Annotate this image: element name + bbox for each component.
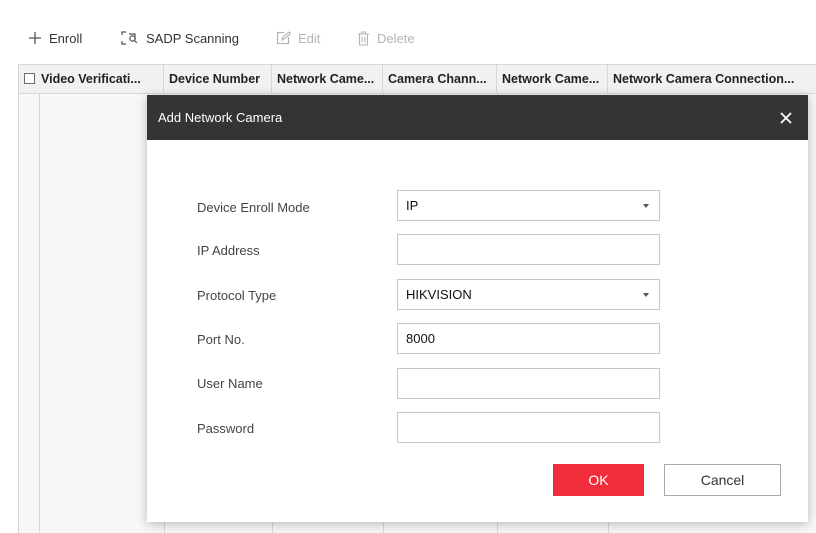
port-no-input[interactable]: 8000: [397, 323, 660, 354]
delete-label: Delete: [377, 30, 415, 46]
column-label: Camera Chann...: [388, 72, 487, 86]
cancel-button[interactable]: Cancel: [664, 464, 781, 496]
trash-icon: [357, 30, 370, 46]
enroll-button[interactable]: Enroll: [28, 28, 82, 48]
protocol-type-value: HIKVISION: [406, 287, 472, 302]
column-device-number[interactable]: Device Number: [164, 65, 272, 93]
ip-address-input[interactable]: [397, 234, 660, 265]
ok-button[interactable]: OK: [553, 464, 644, 496]
column-video-verification[interactable]: Video Verificati...: [19, 65, 164, 93]
dialog-title: Add Network Camera: [158, 110, 283, 125]
protocol-type-select[interactable]: HIKVISION: [397, 279, 660, 310]
edit-button[interactable]: Edit: [276, 28, 320, 48]
port-no-label: Port No.: [197, 332, 245, 347]
column-label: Network Came...: [277, 72, 375, 86]
table-header: Video Verificati... Device Number Networ…: [19, 64, 816, 94]
add-network-camera-dialog: Add Network Camera Device Enroll Mode IP…: [147, 95, 808, 522]
dialog-header: Add Network Camera: [147, 95, 808, 140]
plus-icon: [28, 31, 42, 45]
select-all-checkbox[interactable]: [24, 73, 35, 84]
protocol-type-label: Protocol Type: [197, 288, 277, 303]
caret-down-icon: [643, 293, 649, 297]
user-name-label: User Name: [197, 376, 263, 391]
delete-button[interactable]: Delete: [357, 28, 415, 48]
caret-down-icon: [643, 204, 649, 208]
user-name-input[interactable]: [397, 368, 660, 399]
column-network-camera-connection[interactable]: Network Camera Connection...: [608, 65, 816, 93]
column-label: Video Verificati...: [41, 72, 141, 86]
edit-label: Edit: [298, 30, 321, 46]
ip-address-label: IP Address: [197, 243, 260, 258]
password-label: Password: [197, 421, 255, 436]
device-enroll-mode-value: IP: [406, 198, 419, 213]
close-icon[interactable]: [778, 110, 794, 126]
sadp-scanning-button[interactable]: SADP Scanning: [121, 28, 239, 48]
device-enroll-mode-select[interactable]: IP: [397, 190, 660, 221]
enroll-label: Enroll: [49, 30, 83, 46]
edit-icon: [276, 31, 291, 45]
column-camera-channel[interactable]: Camera Chann...: [383, 65, 497, 93]
column-network-camera-2[interactable]: Network Came...: [497, 65, 608, 93]
column-label: Network Camera Connection...: [613, 72, 795, 86]
sadp-scanning-label: SADP Scanning: [146, 30, 239, 46]
column-label: Device Number: [169, 72, 261, 86]
port-no-value: 8000: [406, 331, 435, 346]
password-input[interactable]: [397, 412, 660, 443]
toolbar: Enroll SADP Scanning Edit Delete: [0, 0, 816, 64]
device-enroll-mode-label: Device Enroll Mode: [197, 200, 310, 215]
sadp-scan-icon: [121, 31, 139, 45]
column-label: Network Came...: [502, 72, 600, 86]
column-network-camera[interactable]: Network Came...: [272, 65, 383, 93]
